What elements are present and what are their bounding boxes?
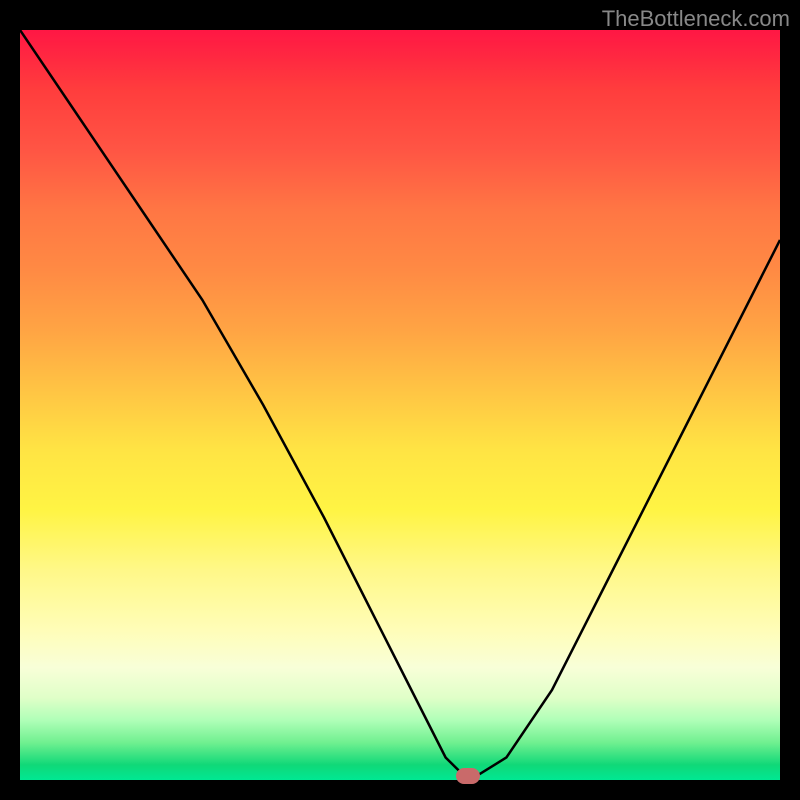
optimal-point-marker xyxy=(456,768,480,784)
bottleneck-curve-line xyxy=(20,30,780,776)
chart-svg xyxy=(20,30,780,780)
chart-plot-area xyxy=(20,30,780,780)
watermark-text: TheBottleneck.com xyxy=(602,6,790,32)
